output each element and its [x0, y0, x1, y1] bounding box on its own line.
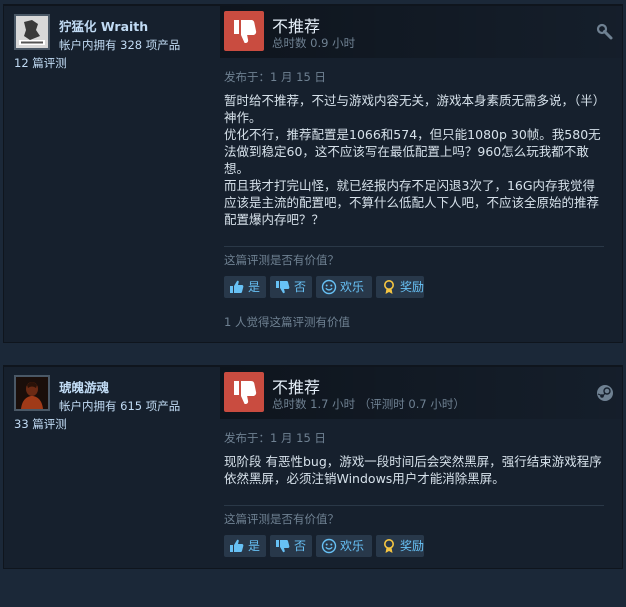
author-avatar[interactable] — [14, 14, 50, 50]
vote-funny-label: 欢乐 — [340, 280, 365, 294]
review-paragraph: 暂时给不推荐，不过与游戏内容无关，游戏本身素质无需多说，（半）神作。 — [224, 93, 600, 125]
vote-funny-button[interactable]: 欢乐 — [316, 276, 372, 298]
steam-icon — [596, 384, 614, 402]
smiley-icon — [321, 538, 337, 554]
vote-funny-button[interactable]: 欢乐 — [316, 535, 372, 557]
award-medal-icon — [381, 279, 397, 295]
author-products[interactable]: 帐户内拥有 615 项产品 — [59, 398, 180, 414]
found-helpful-count: 1 人觉得这篇评测有价值 — [224, 315, 350, 329]
award-label: 奖励 — [400, 280, 425, 294]
smiley-icon — [321, 279, 337, 295]
review-paragraph: 而且我才打完山怪，就已经报内存不足闪退3次了，16G内存我觉得应该是主流的配置吧… — [224, 178, 600, 227]
vote-yes-label: 是 — [248, 539, 261, 553]
posted-date: 发布于：1 月 15 日 — [224, 431, 326, 445]
divider — [224, 505, 604, 506]
thumbs-down-icon — [275, 538, 291, 554]
vote-header[interactable]: 不推荐 总时数 1.7 小时 （评测时 0.7 小时） — [220, 367, 622, 419]
review-hours: 总时数 0.9 小时 — [272, 36, 356, 50]
vote-no-label: 否 — [294, 539, 307, 553]
author-products[interactable]: 帐户内拥有 328 项产品 — [59, 37, 180, 53]
thumbs-down-icon — [275, 279, 291, 295]
vote-yes-label: 是 — [248, 280, 261, 294]
vote-header[interactable]: 不推荐 总时数 0.9 小时 — [220, 6, 622, 58]
award-button[interactable]: 奖励 — [376, 276, 424, 298]
award-label: 奖励 — [400, 539, 425, 553]
posted-date: 发布于：1 月 15 日 — [224, 70, 326, 84]
author-name[interactable]: 狞猛化 Wraith — [59, 16, 148, 35]
award-medal-icon — [381, 538, 397, 554]
review-content: 暂时给不推荐，不过与游戏内容无关，游戏本身素质无需多说，（半）神作。 优化不行，… — [224, 92, 604, 228]
review-verdict: 不推荐 — [272, 378, 321, 397]
vote-funny-label: 欢乐 — [340, 539, 365, 553]
review-verdict: 不推荐 — [272, 17, 321, 36]
helpful-question: 这篇评测是否有价值？ — [224, 253, 339, 267]
review-card: 琥魄游魂 帐户内拥有 615 项产品 33 篇评测 不推荐 总时数 1.7 小时… — [4, 366, 622, 568]
helpful-question: 这篇评测是否有价值？ — [224, 512, 339, 526]
review-paragraph: 现阶段 有恶性bug，游戏一段时间后会突然黑屏，强行结束游戏程序依然黑屏，必须注… — [224, 454, 602, 486]
thumbs-up-icon — [229, 538, 245, 554]
vote-yes-button[interactable]: 是 — [224, 535, 266, 557]
review-hours: 总时数 1.7 小时 （评测时 0.7 小时） — [272, 397, 465, 411]
award-button[interactable]: 奖励 — [376, 535, 424, 557]
vote-yes-button[interactable]: 是 — [224, 276, 266, 298]
thumbs-down-icon — [224, 11, 264, 51]
author-review-count[interactable]: 33 篇评测 — [14, 416, 67, 432]
author-avatar[interactable] — [14, 375, 50, 411]
divider — [224, 246, 604, 247]
review-paragraph: 优化不行，推荐配置是1066和574，但只能1080p 30帧。我580无法做到… — [224, 127, 601, 176]
wrench-icon — [596, 23, 614, 41]
author-review-count[interactable]: 12 篇评测 — [14, 55, 67, 71]
vote-no-label: 否 — [294, 280, 307, 294]
thumbs-up-icon — [229, 279, 245, 295]
thumbs-down-icon — [224, 372, 264, 412]
vote-no-button[interactable]: 否 — [270, 276, 312, 298]
author-name[interactable]: 琥魄游魂 — [59, 377, 109, 396]
vote-no-button[interactable]: 否 — [270, 535, 312, 557]
review-card: 狞猛化 Wraith 帐户内拥有 328 项产品 12 篇评测 不推荐 总时数 … — [4, 5, 622, 342]
review-content: 现阶段 有恶性bug，游戏一段时间后会突然黑屏，强行结束游戏程序依然黑屏，必须注… — [224, 453, 604, 487]
